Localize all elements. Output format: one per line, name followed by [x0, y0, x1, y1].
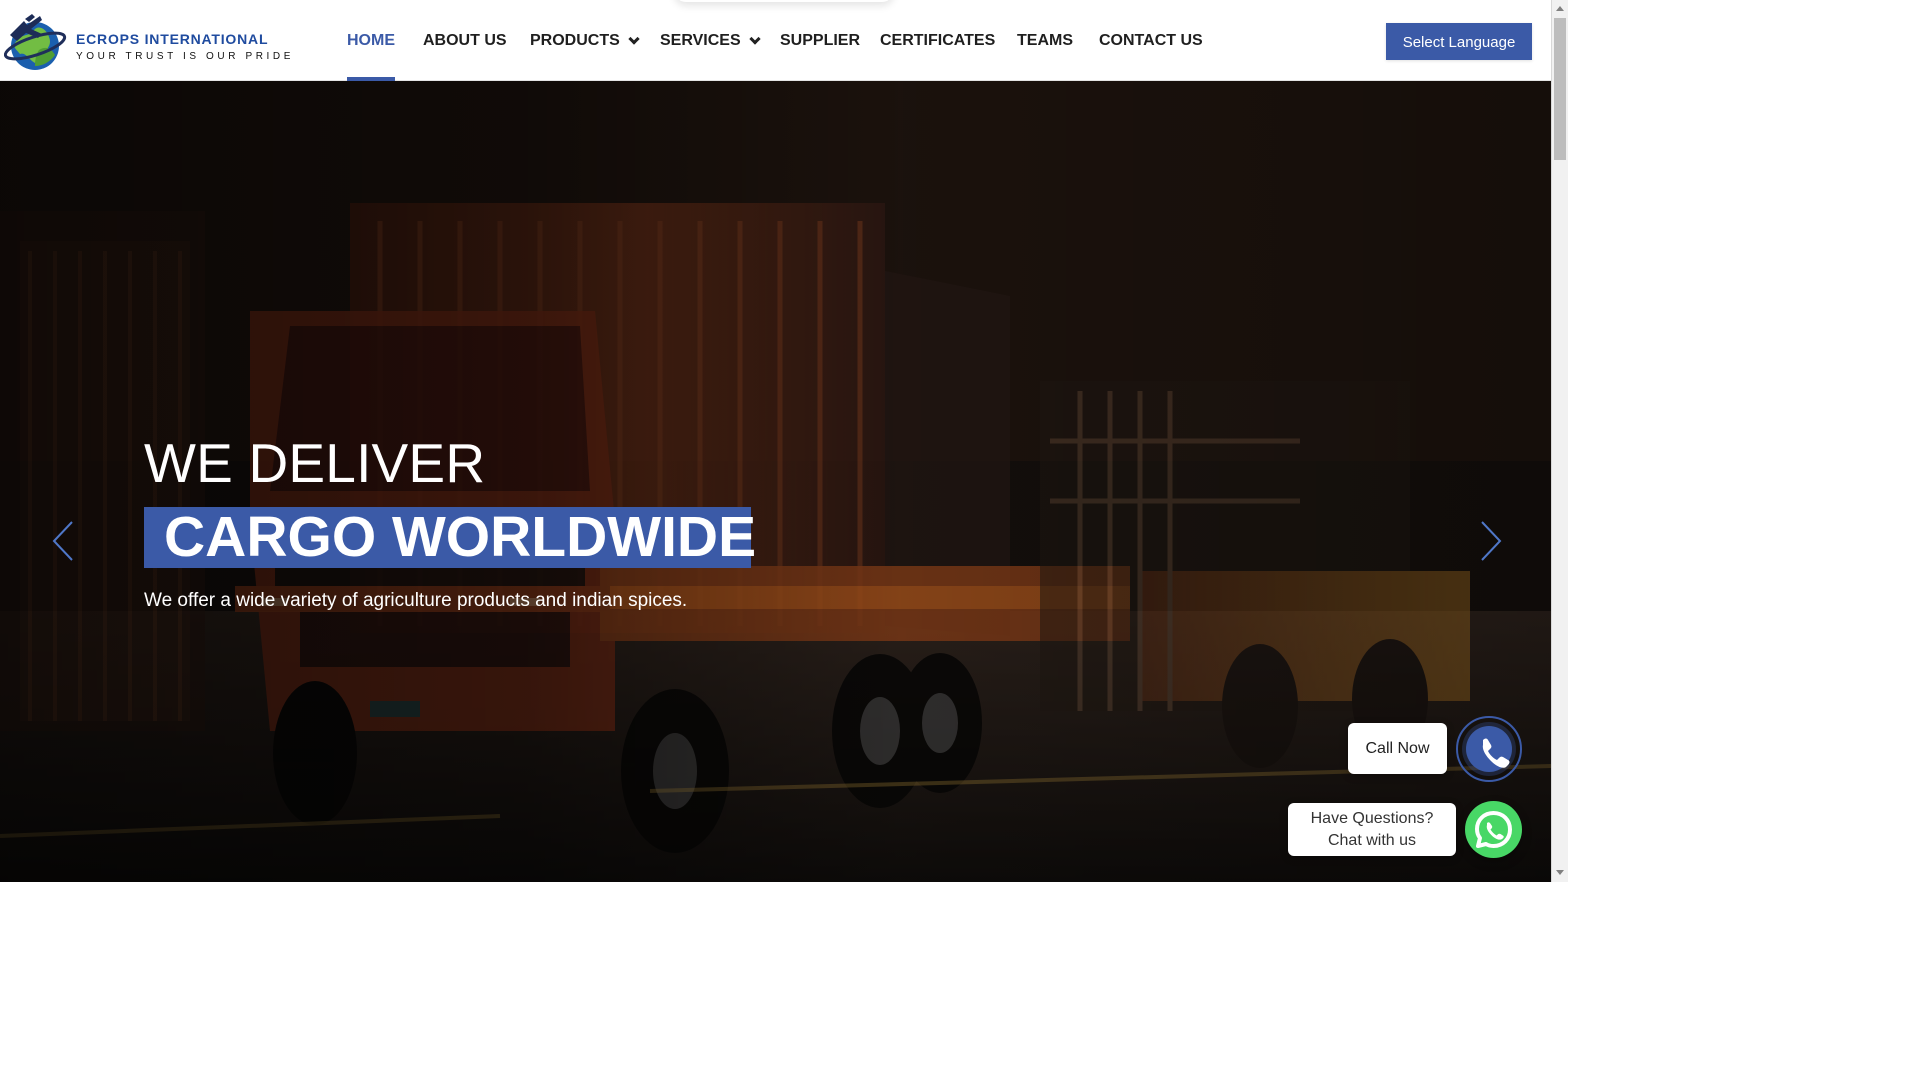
scroll-down-icon[interactable]	[1556, 870, 1564, 875]
globe-airplane-icon	[4, 14, 67, 70]
chat-label-line-2: Chat with us	[1327, 832, 1417, 849]
nav-certificates[interactable]: CERTIFICATES	[880, 0, 995, 81]
nav-certificates-label: CERTIFICATES	[880, 32, 996, 49]
site-header: ECROPS INTERNATIONAL YOUR TRUST IS OUR P…	[0, 0, 1551, 81]
website-viewport: ECROPS INTERNATIONAL YOUR TRUST IS OUR P…	[0, 0, 1568, 882]
hero-subtitle: We offer a wide variety of agriculture p…	[144, 590, 688, 611]
nav-supplier[interactable]: SUPPLIER	[780, 0, 860, 81]
brand-logo[interactable]: ECROPS INTERNATIONAL YOUR TRUST IS OUR P…	[4, 8, 314, 74]
hero-highlight-heading: CARGO WORLDWIDE	[144, 507, 756, 568]
nav-products-label: PRODUCTS	[530, 32, 620, 49]
chat-with-us-label[interactable]: Have Questions? Chat with us	[1288, 803, 1456, 856]
vertical-scrollbar[interactable]	[1551, 0, 1568, 882]
chevron-down-icon	[749, 33, 761, 45]
whatsapp-chat-button[interactable]	[1465, 801, 1522, 858]
chevron-left-icon[interactable]	[47, 520, 87, 562]
nav-home[interactable]: HOME	[347, 0, 395, 81]
scroll-up-icon[interactable]	[1556, 6, 1564, 11]
phone-icon	[1482, 738, 1510, 768]
nav-about-us[interactable]: ABOUT US	[423, 0, 507, 81]
brand-tagline: YOUR TRUST IS OUR PRIDE	[76, 51, 295, 62]
nav-contact-us[interactable]: CONTACT US	[1099, 0, 1203, 81]
nav-about-us-label: ABOUT US	[423, 32, 507, 49]
whatsapp-icon	[1475, 811, 1512, 848]
hero-heading: WE DELIVER	[144, 432, 486, 494]
nav-services-label: SERVICES	[660, 32, 741, 49]
call-now-button[interactable]	[1456, 716, 1522, 782]
chevron-down-icon	[628, 33, 640, 45]
hero-slider: WE DELIVER CARGO WORLDWIDE We offer a wi…	[0, 81, 1551, 882]
chevron-right-icon[interactable]	[1467, 520, 1507, 562]
nav-teams-label: TEAMS	[1017, 32, 1073, 49]
select-language-button[interactable]: Select Language	[1386, 23, 1532, 60]
nav-contact-us-label: CONTACT US	[1099, 32, 1203, 49]
nav-services[interactable]: SERVICES	[660, 0, 761, 81]
brand-name: ECROPS INTERNATIONAL	[76, 31, 269, 47]
nav-products[interactable]: PRODUCTS	[530, 0, 640, 81]
nav-home-label: HOME	[347, 32, 395, 49]
scrollbar-thumb[interactable]	[1554, 18, 1566, 160]
call-now-label[interactable]: Call Now	[1348, 723, 1447, 774]
nav-teams[interactable]: TEAMS	[1017, 0, 1073, 81]
chat-label-line-1: Have Questions?	[1310, 810, 1434, 827]
nav-supplier-label: SUPPLIER	[780, 32, 861, 49]
